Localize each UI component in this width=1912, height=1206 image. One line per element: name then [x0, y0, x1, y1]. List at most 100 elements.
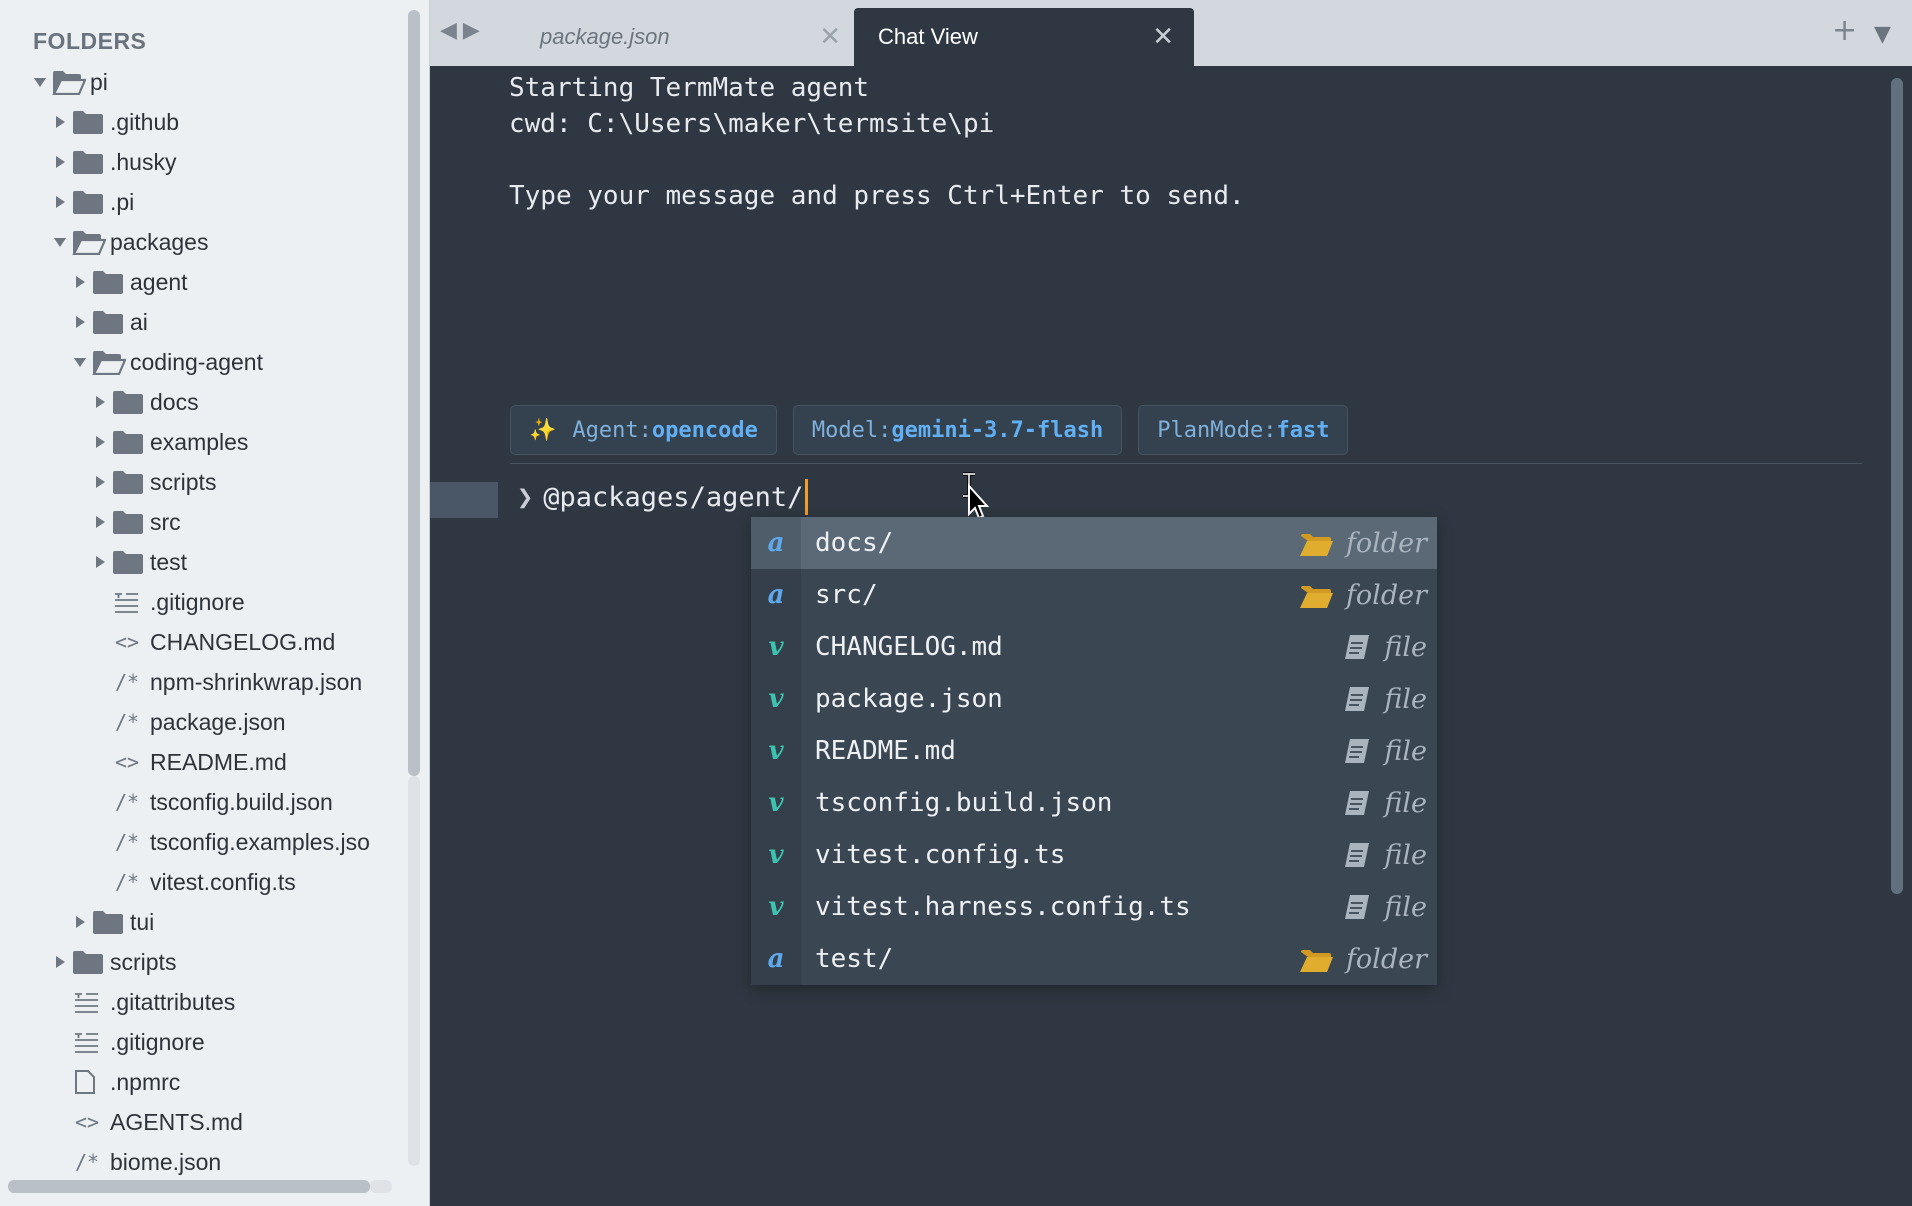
tab-next-icon[interactable]: ▶: [463, 18, 480, 43]
agent-badge[interactable]: ✨ Agent: opencode: [510, 405, 777, 455]
tree-item-scripts[interactable]: scripts: [48, 942, 176, 982]
chevron-down-icon[interactable]: [28, 62, 52, 102]
autocomplete-item[interactable]: a test/folder: [751, 933, 1437, 985]
current-line-gutter: [430, 482, 498, 518]
tab-package-json[interactable]: package.json ✕: [510, 8, 847, 66]
tree-item-readme-md[interactable]: <> README.md: [88, 742, 287, 782]
new-tab-icon[interactable]: +: [1832, 16, 1857, 46]
tree-item-docs[interactable]: docs: [88, 382, 199, 422]
tree-item-pi[interactable]: pi: [28, 62, 108, 102]
tab-menu-icon[interactable]: ▼: [1874, 22, 1891, 47]
mouse-cursor-icon: [963, 472, 990, 520]
badge-key: PlanMode:: [1157, 417, 1277, 443]
tree-item-biome-json[interactable]: /* biome.json: [48, 1142, 221, 1182]
tree-item-gitattributes[interactable]: .gitattributes: [48, 982, 235, 1022]
tree-item-label: src: [150, 508, 181, 535]
type-label: file: [1384, 735, 1427, 767]
blank-file-icon: [72, 1062, 110, 1102]
tree-item-gitignore[interactable]: .gitignore: [88, 582, 245, 622]
autocomplete-item-type: file: [1342, 840, 1437, 871]
autocomplete-item[interactable]: v CHANGELOG.md file: [751, 621, 1437, 673]
chevron-right-icon[interactable]: [48, 182, 72, 222]
tree-item-github[interactable]: .github: [48, 102, 179, 142]
chevron-right-icon[interactable]: [68, 262, 92, 302]
sidebar-horizontal-scrollbar[interactable]: [8, 1180, 370, 1193]
close-icon[interactable]: ✕: [819, 24, 841, 50]
chevron-right-icon[interactable]: [88, 422, 112, 462]
tree-item-gitignore[interactable]: .gitignore: [48, 1022, 205, 1062]
autocomplete-item-name: tsconfig.build.json: [815, 788, 1113, 818]
chevron-right-icon[interactable]: [48, 102, 72, 142]
tree-item-ai[interactable]: ai: [68, 302, 148, 342]
autocomplete-item-type: file: [1342, 736, 1437, 767]
autocomplete-item[interactable]: v README.md file: [751, 725, 1437, 777]
tree-item-label: tsconfig.build.json: [150, 788, 333, 815]
tree-item-test[interactable]: test: [88, 542, 187, 582]
json-file-icon: /*: [114, 870, 140, 894]
type-label: file: [1384, 839, 1427, 871]
input-text[interactable]: @packages/agent/: [543, 482, 803, 513]
sidebar-vertical-scrollbar[interactable]: [408, 10, 420, 776]
kind-badge: a: [751, 517, 801, 569]
tree-item-npmrc[interactable]: .npmrc: [48, 1062, 180, 1102]
chevron-right-icon[interactable]: [88, 502, 112, 542]
autocomplete-item[interactable]: v vitest.config.ts file: [751, 829, 1437, 881]
chevron-down-icon[interactable]: [68, 342, 92, 382]
chevron-down-icon[interactable]: [48, 222, 72, 262]
file-icon: [1342, 736, 1372, 766]
model-badge[interactable]: Model: gemini-3.7-flash: [792, 405, 1123, 455]
autocomplete-item[interactable]: a src/folder: [751, 569, 1437, 621]
json-file-icon: /*: [114, 790, 140, 814]
tree-item-agents-md[interactable]: <> AGENTS.md: [48, 1102, 243, 1142]
tree-item-tsconfig-build-json[interactable]: /* tsconfig.build.json: [88, 782, 333, 822]
tree-item-label: npm-shrinkwrap.json: [150, 668, 363, 695]
tree-item-pi[interactable]: .pi: [48, 182, 134, 222]
chevron-right-icon[interactable]: [88, 462, 112, 502]
folder-icon: [92, 902, 130, 942]
tree-item-label: coding-agent: [130, 348, 263, 375]
chevron-right-icon[interactable]: [48, 142, 72, 182]
tree-item-husky[interactable]: .husky: [48, 142, 176, 182]
kind-badge: v: [751, 829, 801, 881]
editor-window: FOLDERS pi .github .husky .pi packages agent a…: [0, 0, 1912, 1206]
autocomplete-item[interactable]: v vitest.harness.config.ts file: [751, 881, 1437, 933]
editor-vertical-scrollbar[interactable]: [1891, 78, 1903, 894]
tree-item-packages[interactable]: packages: [48, 222, 208, 262]
folder-icon: [92, 262, 130, 302]
tree-item-changelog-md[interactable]: <> CHANGELOG.md: [88, 622, 335, 662]
autocomplete-item[interactable]: v package.json file: [751, 673, 1437, 725]
planmode-badge[interactable]: PlanMode: fast: [1138, 405, 1349, 455]
tree-item-package-json[interactable]: /* package.json: [88, 702, 286, 742]
chevron-right-icon[interactable]: [68, 902, 92, 942]
tree-item-npm-shrinkwrap-json[interactable]: /* npm-shrinkwrap.json: [88, 662, 362, 702]
autocomplete-item[interactable]: v tsconfig.build.json file: [751, 777, 1437, 829]
tree-item-label: .gitignore: [150, 588, 245, 615]
kind-badge: a: [751, 569, 801, 621]
tree-item-scripts[interactable]: scripts: [88, 462, 216, 502]
log-line: Type your message and press Ctrl+Enter t…: [509, 181, 1245, 211]
chevron-right-icon[interactable]: [48, 942, 72, 982]
tree-item-vitest-config-ts[interactable]: /* vitest.config.ts: [88, 862, 296, 902]
tab-prev-icon[interactable]: ◀: [440, 18, 457, 43]
close-icon[interactable]: ✕: [1152, 24, 1174, 50]
tab-chat-view[interactable]: Chat View ✕: [854, 8, 1194, 66]
chevron-right-icon[interactable]: [68, 302, 92, 342]
tree-item-coding-agent[interactable]: coding-agent: [68, 342, 263, 382]
folder-open-icon: [92, 342, 130, 382]
chevron-right-icon[interactable]: [88, 382, 112, 422]
tree-item-tsconfig-examples-jso[interactable]: /* tsconfig.examples.jso: [88, 822, 370, 862]
chat-input[interactable]: ❯ @packages/agent/: [517, 479, 809, 515]
text-caret: [805, 479, 809, 515]
folder-icon: [72, 102, 110, 142]
tree-item-src[interactable]: src: [88, 502, 181, 542]
tree-item-label: agent: [130, 268, 188, 295]
tree-item-agent[interactable]: agent: [68, 262, 188, 302]
chevron-right-icon[interactable]: [88, 542, 112, 582]
autocomplete-item[interactable]: a docs/folder: [751, 517, 1437, 569]
tree-item-examples[interactable]: examples: [88, 422, 248, 462]
folder-open-icon: [52, 62, 90, 102]
tree-item-tui[interactable]: tui: [68, 902, 154, 942]
autocomplete-item-name: docs/: [815, 528, 894, 558]
